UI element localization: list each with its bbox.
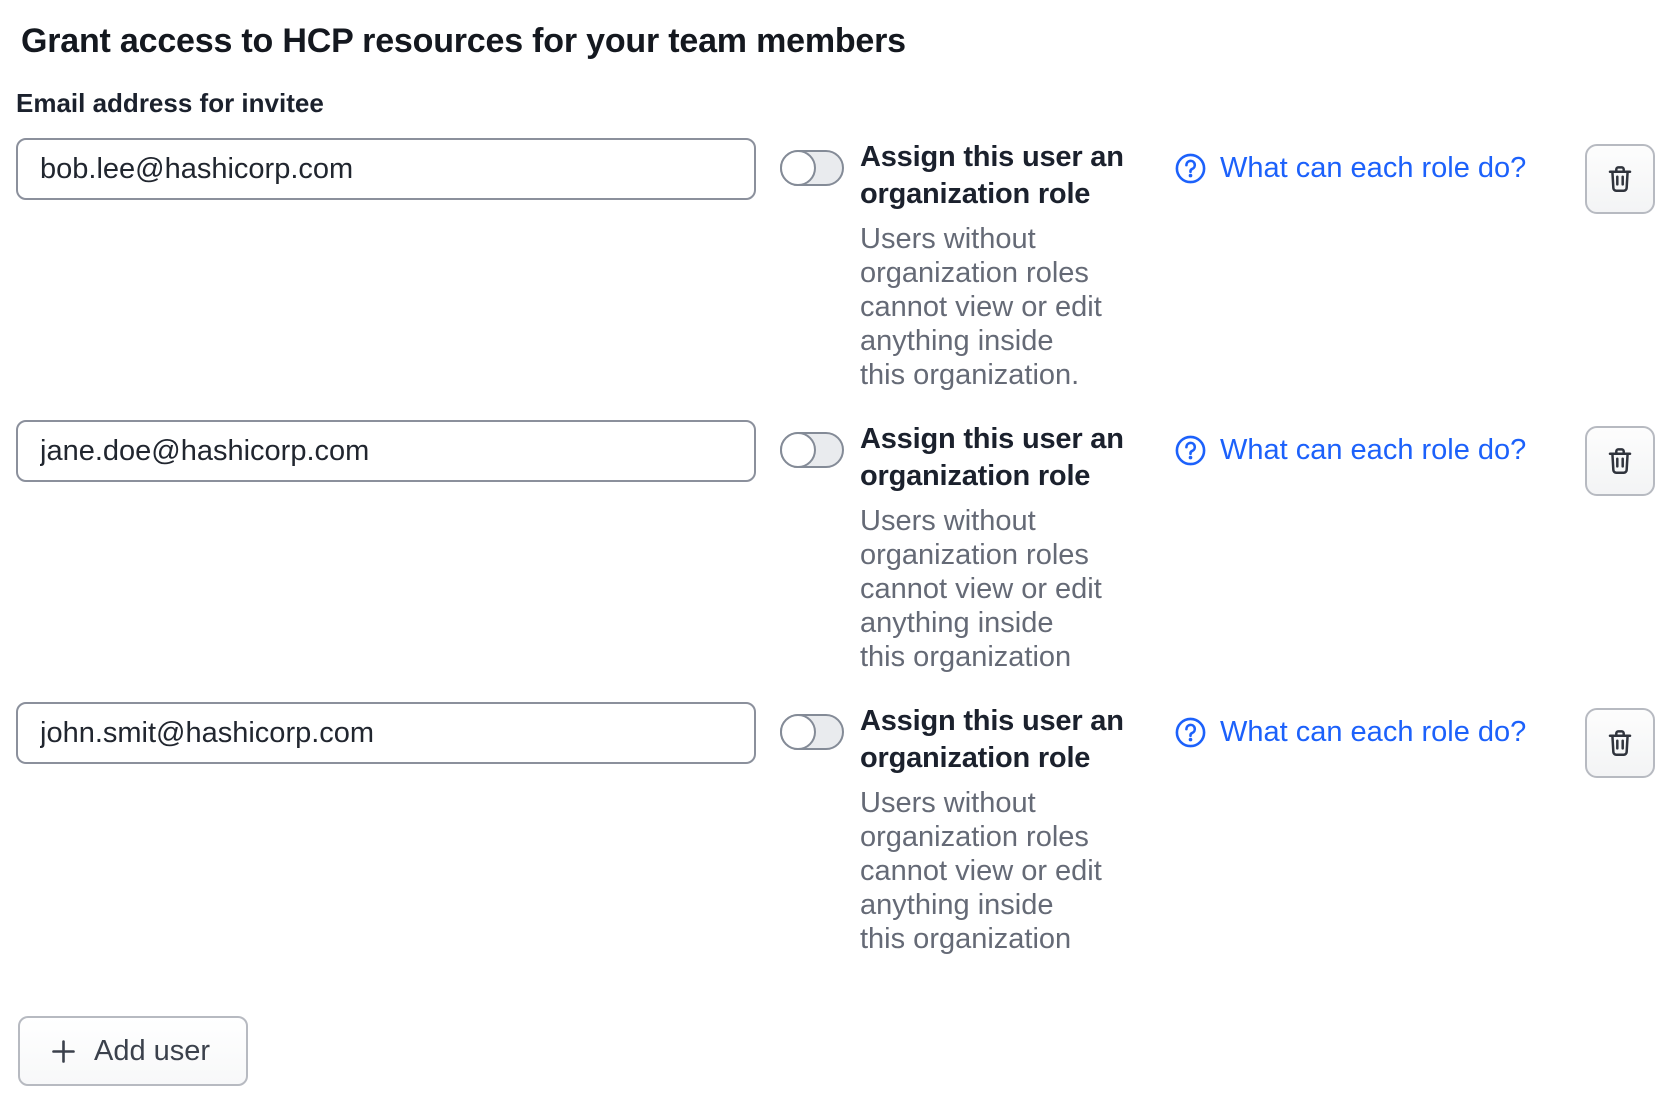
role-text-column: Assign this user an organization role Us… <box>860 703 1142 956</box>
plus-icon <box>50 1038 77 1065</box>
role-description: Users without organization roles cannot … <box>860 504 1102 674</box>
email-input[interactable] <box>16 420 756 482</box>
delete-invitee-button[interactable] <box>1585 708 1655 778</box>
toggle-knob <box>780 714 816 750</box>
organization-role-toggle[interactable] <box>780 432 844 468</box>
invitee-row: Assign this user an organization role Us… <box>16 138 1655 392</box>
role-help-link-label: What can each role do? <box>1220 433 1526 467</box>
trash-icon <box>1604 163 1636 195</box>
invitee-row: Assign this user an organization role Us… <box>16 702 1655 956</box>
invitee-row: Assign this user an organization role Us… <box>16 420 1655 674</box>
delete-invitee-button[interactable] <box>1585 144 1655 214</box>
circle-question-icon <box>1174 152 1207 185</box>
role-description: Users without organization roles cannot … <box>860 786 1102 956</box>
circle-question-icon <box>1174 434 1207 467</box>
email-field-label: Email address for invitee <box>16 86 1655 120</box>
organization-role-toggle[interactable] <box>780 714 844 750</box>
organization-role-toggle[interactable] <box>780 150 844 186</box>
role-text-column: Assign this user an organization role Us… <box>860 421 1142 674</box>
role-help-link[interactable]: What can each role do? <box>1174 151 1526 185</box>
role-help-link[interactable]: What can each role do? <box>1174 433 1526 467</box>
add-user-button[interactable]: Add user <box>18 1016 248 1086</box>
role-help-link[interactable]: What can each role do? <box>1174 715 1526 749</box>
toggle-knob <box>780 150 816 186</box>
email-input[interactable] <box>16 138 756 200</box>
delete-invitee-button[interactable] <box>1585 426 1655 496</box>
trash-icon <box>1604 727 1636 759</box>
role-toggle-label: Assign this user an organization role <box>860 139 1134 213</box>
page-title: Grant access to HCP resources for your t… <box>21 20 1655 62</box>
toggle-knob <box>780 432 816 468</box>
trash-icon <box>1604 445 1636 477</box>
role-help-link-label: What can each role do? <box>1220 151 1526 185</box>
role-text-column: Assign this user an organization role Us… <box>860 139 1142 392</box>
add-user-row: Add user <box>18 1016 1655 1086</box>
email-input[interactable] <box>16 702 756 764</box>
role-toggle-label: Assign this user an organization role <box>860 421 1134 495</box>
role-toggle-label: Assign this user an organization role <box>860 703 1134 777</box>
circle-question-icon <box>1174 716 1207 749</box>
role-description: Users without organization roles cannot … <box>860 222 1102 392</box>
add-user-button-label: Add user <box>94 1034 210 1068</box>
grant-access-form: Grant access to HCP resources for your t… <box>0 0 1672 1086</box>
role-help-link-label: What can each role do? <box>1220 715 1526 749</box>
